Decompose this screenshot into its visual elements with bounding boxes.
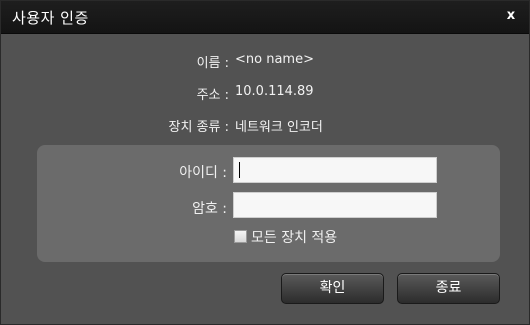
password-input[interactable] (233, 192, 437, 218)
address-label: 주소 : (196, 88, 229, 103)
cancel-button[interactable]: 종료 (397, 273, 500, 304)
id-input[interactable] (233, 157, 437, 183)
name-label: 이름 : (196, 56, 229, 71)
device-type-row: 장치 종류 : 네트워크 인코더 (1, 116, 530, 136)
user-auth-dialog: 사용자 인증 x 이름 : <no name> 주소 : 10.0.114.89… (0, 0, 530, 325)
text-caret (239, 162, 240, 178)
device-type-value: 네트워크 인코더 (235, 120, 323, 135)
close-icon[interactable]: x (503, 8, 519, 24)
address-row: 주소 : 10.0.114.89 (1, 84, 530, 104)
address-value: 10.0.114.89 (235, 84, 314, 99)
device-type-label: 장치 종류 : (168, 120, 230, 135)
dialog-title: 사용자 인증 (12, 9, 89, 27)
password-label: 암호 : (192, 201, 227, 217)
apply-all-label[interactable]: 모든 장치 적용 (251, 227, 337, 247)
name-value: <no name> (235, 52, 314, 67)
ok-button[interactable]: 확인 (281, 273, 384, 304)
checkbox-icon[interactable] (234, 230, 247, 243)
title-bar[interactable]: 사용자 인증 x (1, 1, 529, 34)
name-row: 이름 : <no name> (1, 52, 530, 72)
id-label: 아이디 : (179, 165, 227, 181)
